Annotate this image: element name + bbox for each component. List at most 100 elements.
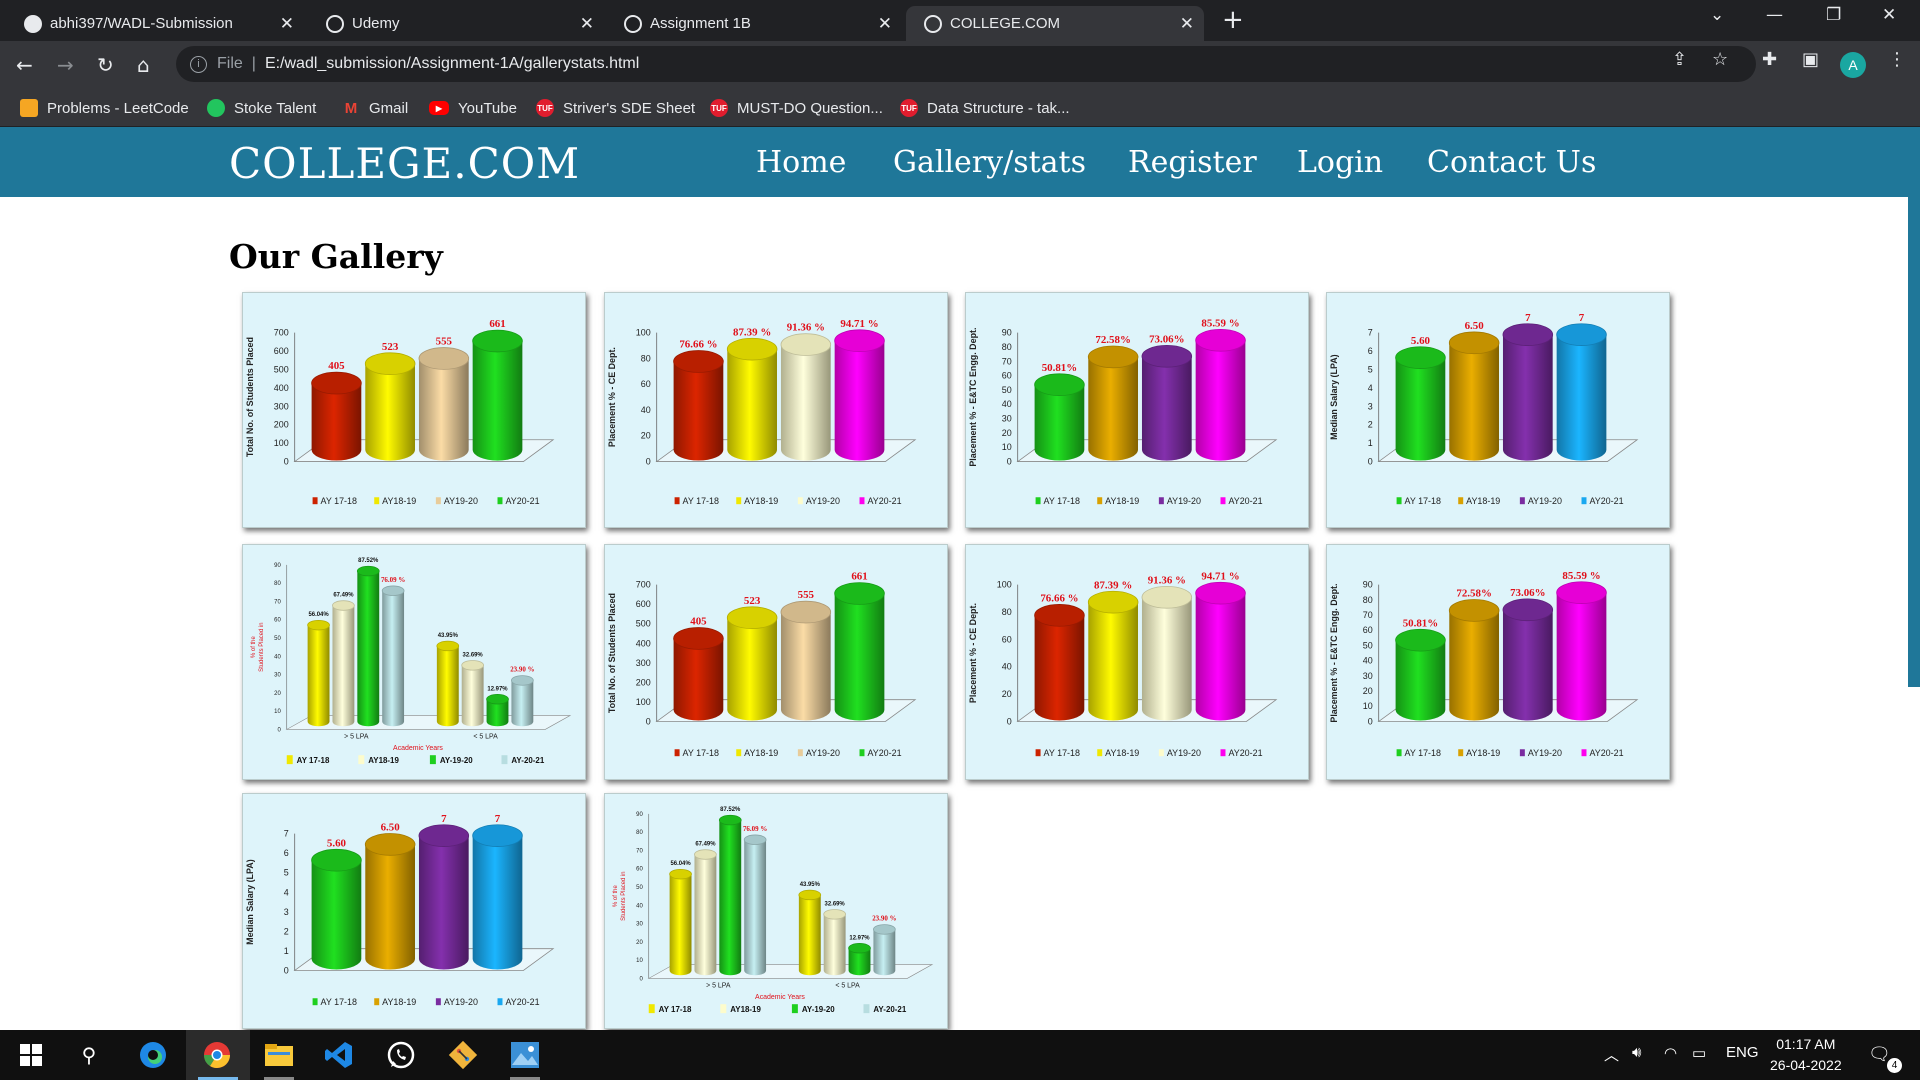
chart-svg-salary: 0 1 2 3 4 5 6 7 Median Salary (LPA) 5.60 6.50 7 7 AY … bbox=[1327, 293, 1669, 527]
bookmark-star-icon[interactable]: ☆ bbox=[1712, 49, 1728, 70]
info-icon[interactable]: i bbox=[190, 55, 207, 73]
tab-search-icon[interactable]: ⌄ bbox=[1710, 5, 1724, 25]
bookmark-gmail[interactable]: M Gmail bbox=[342, 95, 408, 121]
nav-login[interactable]: Login bbox=[1297, 145, 1383, 180]
reload-icon[interactable]: ↻ bbox=[97, 53, 114, 77]
tab-college[interactable]: COLLEGE.COM ✕ bbox=[906, 6, 1204, 41]
gallery-image-entc[interactable]: 0 10 20 30 40 50 60 70 80 90 Placement % - E&TC En… bbox=[965, 292, 1309, 528]
file-explorer-icon[interactable] bbox=[262, 1038, 296, 1072]
chevron-up-icon[interactable]: ︿ bbox=[1604, 1044, 1619, 1065]
close-tab-icon[interactable]: ✕ bbox=[280, 14, 294, 34]
gallery-image-salary[interactable]: 0 1 2 3 4 5 6 7 Median Salary (LPA) 5.60 6.50 7 7 AY … bbox=[242, 793, 586, 1029]
nav-home[interactable]: Home bbox=[756, 145, 846, 180]
tab-assignment[interactable]: Assignment 1B ✕ bbox=[624, 6, 902, 41]
gallery-image-ce[interactable]: 0 20 40 60 80 100 Placement % - CE Dept. 76.66 … bbox=[965, 544, 1309, 780]
y-axis-label: Placement % - CE Dept. bbox=[607, 347, 617, 447]
new-tab-button[interactable]: + bbox=[1222, 5, 1244, 35]
edge-icon[interactable] bbox=[136, 1038, 170, 1072]
scrollbar[interactable] bbox=[1908, 127, 1920, 1030]
whatsapp-icon[interactable] bbox=[384, 1038, 418, 1072]
gallery-image-students[interactable]: 0 100 200 300 400 500 600 700 Total No. of Stude… bbox=[242, 292, 586, 528]
y-tick-label: 40 bbox=[1002, 662, 1012, 672]
y-tick-label: 60 bbox=[274, 618, 281, 624]
close-tab-icon[interactable]: ✕ bbox=[580, 14, 594, 34]
bookmark-stoke[interactable]: Stoke Talent bbox=[207, 95, 316, 121]
close-tab-icon[interactable]: ✕ bbox=[1180, 14, 1194, 34]
chart-svg-ce: 0 20 40 60 80 100 Placement % - CE Dept. 76.66 … bbox=[966, 545, 1308, 779]
battery-icon[interactable]: ▭ bbox=[1692, 1044, 1706, 1062]
data-label: 5.60 bbox=[327, 837, 347, 849]
language-indicator[interactable]: ENG bbox=[1726, 1044, 1759, 1061]
close-tab-icon[interactable]: ✕ bbox=[878, 14, 892, 34]
chart-bar bbox=[780, 333, 832, 461]
bookmark-youtube[interactable]: ▶ YouTube bbox=[429, 95, 517, 121]
home-icon[interactable]: ⌂ bbox=[137, 53, 150, 77]
forward-icon[interactable]: → bbox=[57, 53, 74, 77]
nav-gallery-stats[interactable]: Gallery/stats bbox=[893, 145, 1086, 180]
tab-title: abhi397/WADL-Submission bbox=[50, 15, 233, 32]
close-window-button[interactable]: ✕ bbox=[1882, 5, 1896, 25]
clock-time: 01:17 AM bbox=[1776, 1036, 1836, 1052]
data-label: 523 bbox=[744, 595, 761, 607]
y-tick-label: 40 bbox=[636, 903, 643, 909]
site-brand[interactable]: COLLEGE.COM bbox=[229, 139, 580, 188]
y-tick-label: 6 bbox=[1368, 346, 1373, 356]
chrome-icon[interactable] bbox=[200, 1038, 234, 1072]
legend-swatch bbox=[1158, 749, 1164, 757]
chart-bar bbox=[332, 600, 355, 727]
bookmark-striver[interactable]: TUF Striver's SDE Sheet bbox=[536, 95, 695, 121]
profile-avatar[interactable]: A bbox=[1840, 52, 1866, 78]
nav-contact-us[interactable]: Contact Us bbox=[1427, 145, 1596, 180]
chart-bar bbox=[743, 834, 767, 976]
url-text[interactable]: E:/wadl_submission/Assignment-1A/gallery… bbox=[265, 55, 639, 73]
chart-svg-students: 0 100 200 300 400 500 600 700 Total No. of Stude… bbox=[243, 293, 585, 527]
extensions-icon[interactable]: ✚ bbox=[1762, 49, 1777, 70]
gallery-image-salary[interactable]: 0 1 2 3 4 5 6 7 Median Salary (LPA) 5.60 6.50 7 7 AY … bbox=[1326, 292, 1670, 528]
chart-svg-niche: 0102030405060708090% of the Students Plac… bbox=[243, 545, 585, 779]
share-icon[interactable]: ⇪ bbox=[1672, 49, 1687, 70]
gallery-image-niche[interactable]: 0 10 20 30 40 50 60 70 80 90% of the Students Plac… bbox=[604, 793, 948, 1029]
photos-icon[interactable] bbox=[508, 1038, 542, 1072]
y-tick-label: 100 bbox=[636, 697, 651, 707]
search-icon[interactable]: ⚲ bbox=[72, 1038, 106, 1072]
chart-bar bbox=[1448, 331, 1500, 461]
data-label: 43.95% bbox=[800, 882, 821, 888]
address-bar[interactable]: i File | E:/wadl_submission/Assignment-1… bbox=[176, 46, 1756, 82]
wifi-icon[interactable]: ◠ bbox=[1664, 1044, 1677, 1062]
vscode-icon[interactable] bbox=[322, 1038, 356, 1072]
git-icon[interactable] bbox=[446, 1038, 480, 1072]
x-axis-label: Academic Years bbox=[393, 745, 443, 752]
bookmark-data-structure[interactable]: TUF Data Structure - tak... bbox=[900, 95, 1070, 121]
nav-register[interactable]: Register bbox=[1128, 145, 1257, 180]
back-icon[interactable]: ← bbox=[16, 53, 33, 77]
gallery-image-ce[interactable]: 0 20 40 60 80 100 Placement % - CE Dept. 76.66 … bbox=[604, 292, 948, 528]
legend-swatch bbox=[859, 749, 865, 757]
side-panel-icon[interactable]: ▣ bbox=[1802, 49, 1819, 70]
restore-button[interactable]: ❐ bbox=[1826, 5, 1841, 25]
gallery-image-niche[interactable]: 0 10 20 30 40 50 60 70 80 90% of the Students Plac… bbox=[242, 544, 586, 780]
volume-icon[interactable]: 🔊︎ bbox=[1632, 1044, 1641, 1061]
windows-start-icon[interactable] bbox=[14, 1038, 48, 1072]
system-clock[interactable]: 01:17 AM 26-04-2022 bbox=[1770, 1034, 1842, 1076]
legend-label: AY 17-18 bbox=[1405, 748, 1441, 758]
data-label: 73.06% bbox=[1510, 587, 1546, 599]
scrollbar-thumb[interactable] bbox=[1908, 127, 1920, 687]
menu-icon[interactable]: ⋮ bbox=[1888, 49, 1906, 70]
data-label: 72.58% bbox=[1456, 588, 1492, 600]
data-label: 76.09 % bbox=[381, 576, 405, 584]
gallery-image-entc[interactable]: 0 10 20 30 40 50 60 70 80 90 Placement % - E&TC En… bbox=[1326, 544, 1670, 780]
windows-taskbar: ⚲ ︿ 🔊︎ ◠ ▭ ENG 01:17 AM 26-04-2022 🗨︎ 4 bbox=[0, 1030, 1920, 1080]
tab-github[interactable]: abhi397/WADL-Submission ✕ bbox=[24, 6, 304, 41]
scheme-label: File bbox=[217, 55, 243, 72]
legend-label: AY18-19 bbox=[730, 1005, 761, 1014]
tuf-icon: TUF bbox=[900, 99, 918, 117]
y-tick-label: 20 bbox=[274, 691, 281, 697]
bookmark-must-do[interactable]: TUF MUST-DO Question... bbox=[710, 95, 883, 121]
minimize-button[interactable]: — bbox=[1766, 5, 1783, 25]
chart-bar bbox=[436, 640, 460, 727]
tab-udemy[interactable]: Udemy ✕ bbox=[326, 6, 604, 41]
legend-label: AY 17-18 bbox=[659, 1005, 692, 1014]
bookmark-leetcode[interactable]: Problems - LeetCode bbox=[20, 95, 189, 121]
gallery-image-students[interactable]: 0 100 200 300 400 500 600 700 Total No. of Stude… bbox=[604, 544, 948, 780]
data-label: 6.50 bbox=[381, 822, 401, 834]
